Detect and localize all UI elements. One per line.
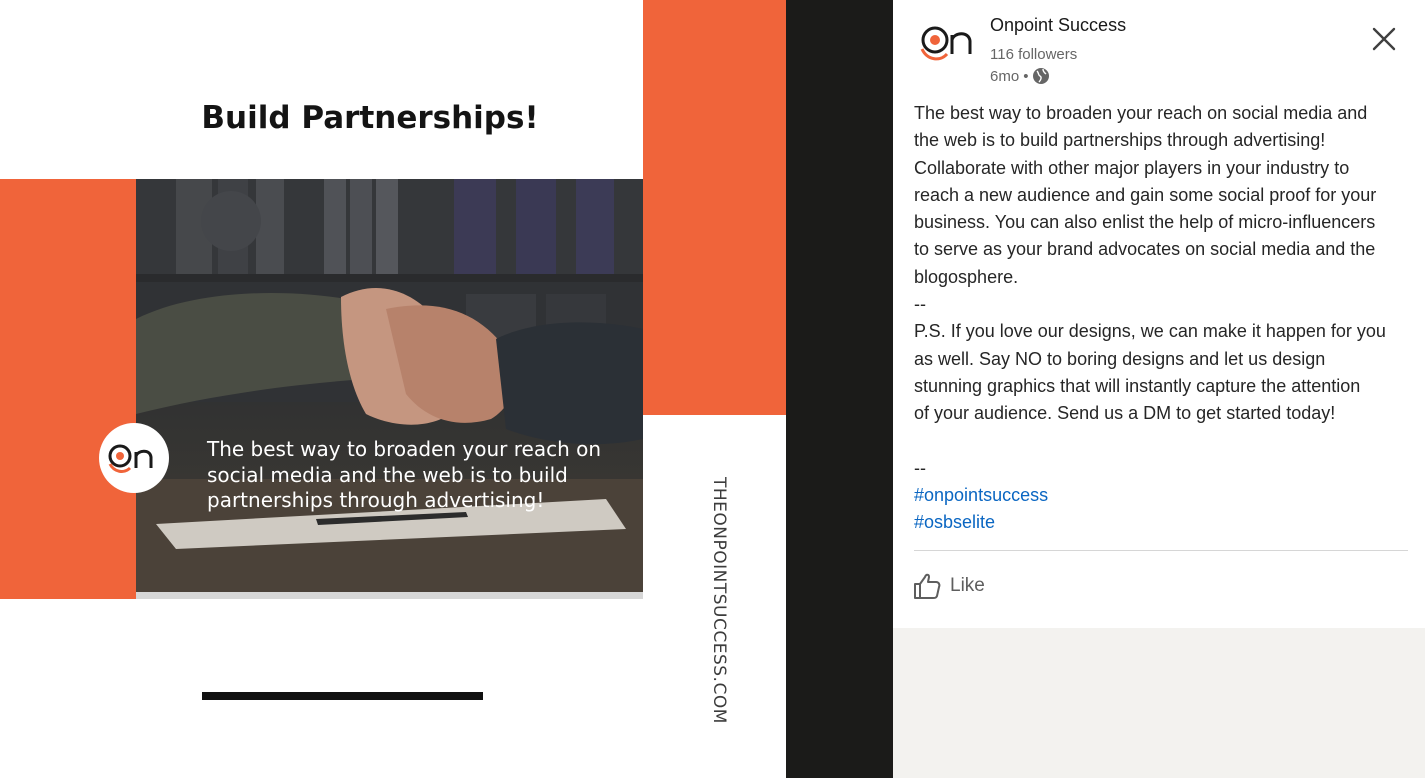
handshake-photo xyxy=(136,179,643,599)
like-label: Like xyxy=(950,575,985,596)
onpoint-logo-icon xyxy=(920,26,972,61)
divider xyxy=(914,550,1408,551)
post-text-line: -- xyxy=(914,294,926,315)
thumbs-up-icon xyxy=(914,573,941,599)
hashtag-link[interactable]: #osbselite xyxy=(914,509,1414,536)
post-image: Build Partnerships! The best way to broa… xyxy=(0,0,786,778)
orange-block-top-right xyxy=(643,0,786,415)
photo-bottom-edge xyxy=(136,592,643,599)
panel-empty-area xyxy=(893,628,1425,778)
post-text-line: as well. Say NO to boring designs and le… xyxy=(914,348,1326,369)
post-text-line: stunning graphics that will instantly ca… xyxy=(914,375,1361,396)
overlay-line: social media and the web is to build xyxy=(207,462,568,487)
post-text-line: P.S. If you love our designs, we can mak… xyxy=(914,321,1386,342)
post-text: The best way to broaden your reach on so… xyxy=(914,100,1414,537)
hashtag-link[interactable]: #onpointsuccess xyxy=(914,482,1414,509)
company-logo[interactable] xyxy=(913,18,977,66)
image-overlay-text: The best way to broaden your reach on so… xyxy=(207,437,627,514)
post-text-line xyxy=(914,428,1414,455)
post-text-line: The best way to broaden your reach on so… xyxy=(914,103,1368,123)
overlay-line: The best way to broaden your reach on xyxy=(207,437,602,461)
post-text-line: blogosphere. xyxy=(914,266,1019,287)
follower-count: 116 followers xyxy=(990,46,1078,63)
post-text-line: business. You can also enlist the help o… xyxy=(914,212,1376,233)
brand-logo-badge xyxy=(99,423,169,493)
close-button[interactable] xyxy=(1369,24,1399,54)
close-icon xyxy=(1372,27,1396,51)
decorative-bar xyxy=(202,692,483,700)
image-headline: Build Partnerships! xyxy=(201,100,539,136)
orange-block-left xyxy=(0,179,136,599)
company-name-link[interactable]: Onpoint Success xyxy=(990,15,1126,36)
website-url: THEONPOINTSUCCESS.COM xyxy=(709,477,729,724)
post-text-line: -- xyxy=(914,457,926,478)
onpoint-logo-icon xyxy=(108,444,153,473)
handshake-illustration xyxy=(136,179,643,599)
globe-icon xyxy=(1033,68,1050,84)
post-meta: 6mo • xyxy=(990,67,1050,85)
post-details-panel: Onpoint Success 116 followers 6mo • The … xyxy=(893,0,1425,628)
post-age: 6mo xyxy=(990,67,1020,85)
post-text-line: Collaborate with other major players in … xyxy=(914,157,1350,178)
overlay-line: partnerships through advertising! xyxy=(207,488,545,512)
post-text-line: to serve as your brand advocates on soci… xyxy=(914,239,1376,260)
meta-separator: • xyxy=(1023,67,1029,85)
like-button[interactable]: Like xyxy=(912,571,985,601)
post-text-line: reach a new audience and gain some socia… xyxy=(914,184,1377,205)
post-text-line: of your audience. Send us a DM to get st… xyxy=(914,403,1336,424)
post-text-line: the web is to build partnerships through… xyxy=(914,130,1326,151)
